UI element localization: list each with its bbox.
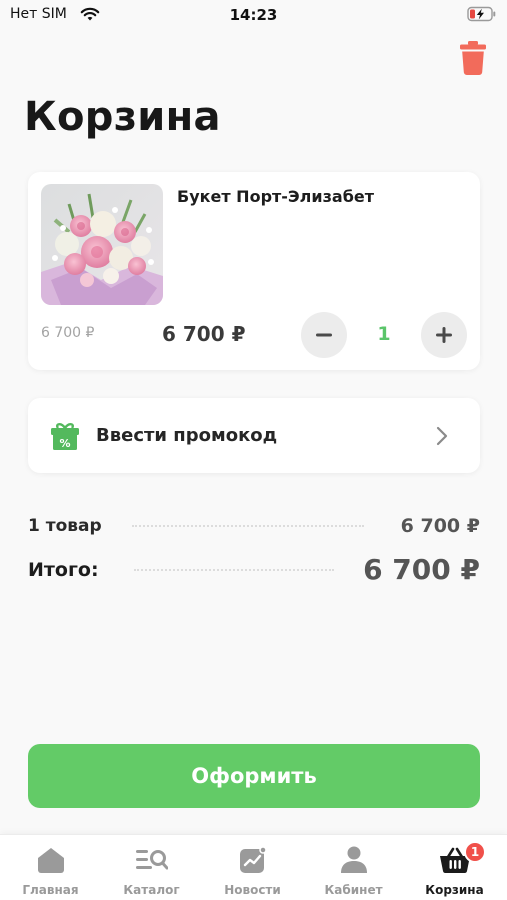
total-row: Итого: 6 700 ₽ — [28, 553, 480, 589]
tab-catalog[interactable]: Каталог — [101, 835, 202, 900]
cart-count-badge: 1 — [464, 841, 486, 863]
tab-label: Кабинет — [324, 883, 383, 897]
plus-icon — [436, 327, 452, 343]
items-count-label: 1 товар — [28, 516, 102, 536]
tab-label: Каталог — [123, 883, 180, 897]
items-count-row: 1 товар 6 700 ₽ — [28, 514, 480, 540]
bouquet-photo[interactable] — [41, 184, 163, 305]
old-price: 6 700 ₽ — [41, 325, 95, 341]
user-icon — [303, 845, 404, 875]
minus-icon — [316, 333, 332, 337]
home-icon — [0, 845, 101, 875]
page-title: Корзина — [24, 94, 221, 140]
product-name[interactable]: Букет Порт-Элизабет — [177, 187, 374, 206]
clock: 14:23 — [229, 6, 278, 24]
clear-cart-button[interactable] — [457, 38, 489, 78]
gift-percent-icon: % — [50, 421, 80, 455]
chevron-right-icon — [436, 426, 448, 450]
trash-icon — [460, 41, 486, 75]
cart-item-card: Букет Порт-Элизабет 6 700 ₽ 6 700 ₽ 1 — [28, 172, 480, 370]
news-icon — [202, 845, 303, 875]
dotted-leader — [132, 525, 364, 527]
gift-percent-glyph: % — [59, 437, 70, 450]
items-subtotal: 6 700 ₽ — [400, 515, 480, 537]
quantity-value: 1 — [377, 323, 391, 345]
tab-label: Новости — [224, 883, 281, 897]
tab-news[interactable]: Новости — [202, 835, 303, 900]
increase-quantity-button[interactable] — [421, 312, 467, 358]
product-price: 6 700 ₽ — [162, 322, 246, 346]
promo-label: Ввести промокод — [96, 425, 278, 446]
catalog-search-icon — [101, 845, 202, 875]
decrease-quantity-button[interactable] — [301, 312, 347, 358]
bottom-tab-bar: Главная Каталог Новости Кабинет 1 Корзин… — [0, 834, 507, 900]
checkout-button[interactable]: Оформить — [28, 744, 480, 808]
checkout-label: Оформить — [191, 764, 317, 788]
promo-code-row[interactable]: % Ввести промокод — [28, 398, 480, 473]
tab-home[interactable]: Главная — [0, 835, 101, 900]
tab-label: Главная — [22, 883, 79, 897]
status-bar: Нет SIM 14:23 — [0, 0, 507, 30]
tab-account[interactable]: Кабинет — [303, 835, 404, 900]
total-value: 6 700 ₽ — [363, 553, 480, 586]
dotted-leader — [134, 569, 334, 571]
battery-charging-icon — [467, 6, 497, 26]
basket-icon — [404, 845, 505, 875]
tab-cart[interactable]: 1 Корзина — [404, 835, 505, 900]
total-label: Итого: — [28, 559, 99, 581]
tab-label: Корзина — [425, 883, 484, 897]
